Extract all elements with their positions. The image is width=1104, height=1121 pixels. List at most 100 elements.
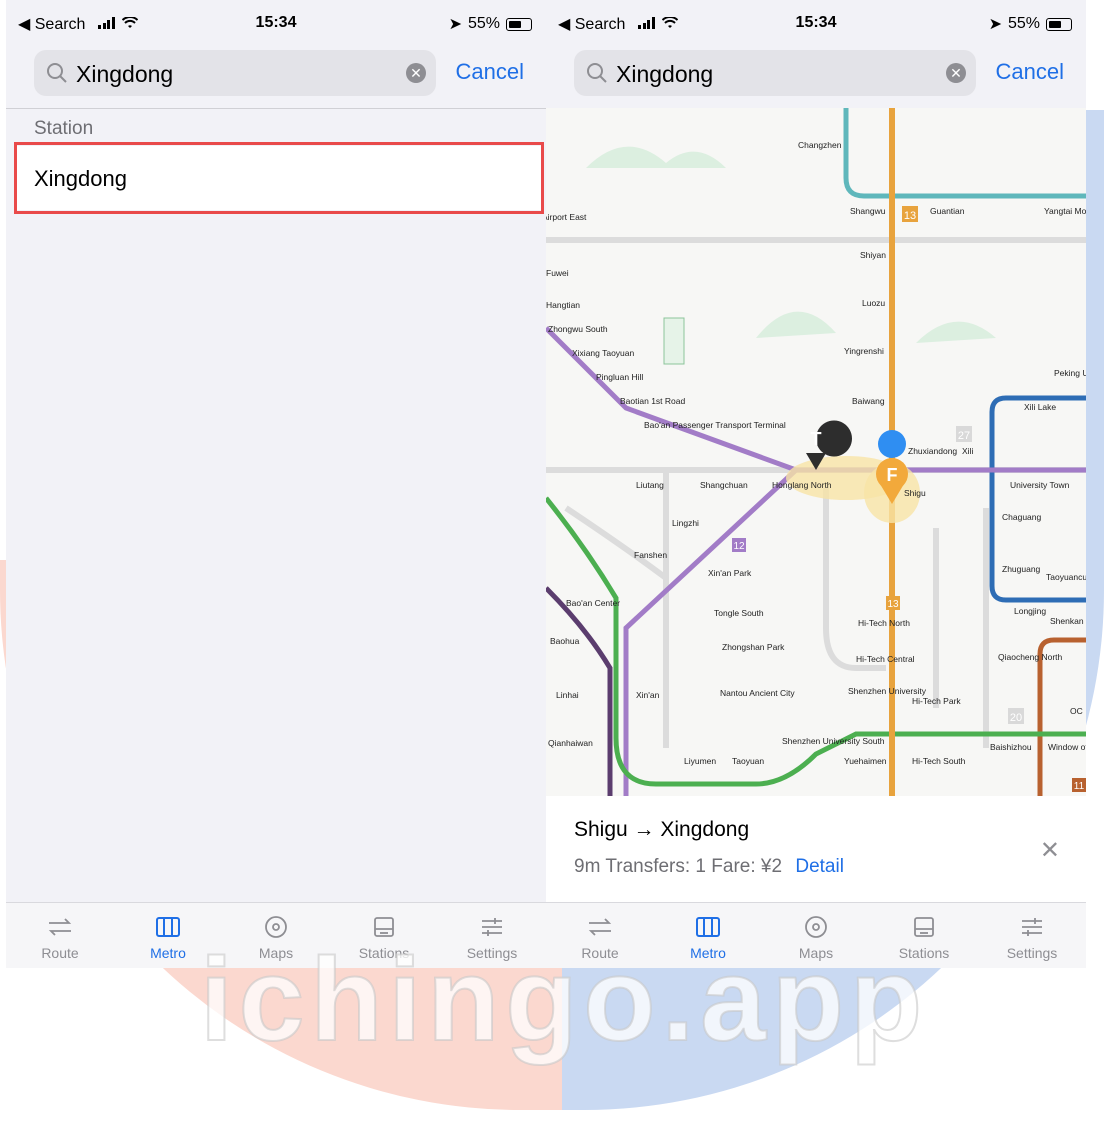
station-label[interactable]: Zhongshan Park	[722, 642, 785, 652]
station-label[interactable]: Zhuxiandong	[908, 446, 957, 456]
section-title: Station	[34, 118, 94, 139]
tab-label: Route	[41, 945, 79, 961]
station-label[interactable]: Liutang	[636, 480, 664, 490]
station-label[interactable]: Baiwang	[852, 396, 885, 406]
station-label[interactable]: Honglang North	[772, 480, 832, 490]
line-badge: 13	[904, 210, 916, 222]
metro-line-brown	[1037, 637, 1086, 796]
district-badge	[663, 317, 685, 365]
station-label[interactable]: Hi-Tech North	[858, 618, 910, 628]
current-location-icon[interactable]	[878, 430, 906, 458]
battery-percent: 55%	[1007, 15, 1040, 32]
metro-map[interactable]: T F 13 27 12 13 20 11 Changzhen Shangwu …	[546, 108, 1086, 796]
search-results-screen: ◀ Search 15:34 ➤ 55% ✕ Cancel Station Xi…	[6, 0, 546, 968]
battery-icon	[506, 17, 532, 31]
tab-route[interactable]: Route	[6, 903, 114, 968]
tab-label: Settings	[1006, 945, 1058, 961]
to-marker[interactable]: T	[811, 429, 822, 449]
station-label[interactable]: Taoyuan	[732, 756, 764, 766]
station-label[interactable]: Zhuguang	[1002, 564, 1041, 574]
station-label[interactable]: Shenkan	[1050, 616, 1084, 626]
station-label[interactable]: Linhai	[556, 690, 579, 700]
station-label[interactable]: Pingluan Hill	[596, 372, 643, 382]
route-summary-panel[interactable]: Shigu → Xingdong 9m Transfers: 1 Fare: ¥…	[546, 796, 1086, 902]
signal-icon	[92, 16, 139, 34]
station-label[interactable]: Zhongwu South	[548, 324, 608, 334]
status-bar: ◀ Search 15:34 ➤ 55%	[6, 0, 546, 48]
station-label[interactable]: Xixiang Taoyuan	[572, 348, 634, 358]
station-label[interactable]: Longjing	[1014, 606, 1046, 616]
selection-highlight	[14, 142, 544, 214]
station-label[interactable]: Taoyuancu	[1046, 572, 1086, 582]
station-label[interactable]: Qianhaiwan	[548, 738, 593, 748]
station-label[interactable]: Shenzhen University	[848, 686, 927, 696]
clear-search-icon[interactable]: ✕	[406, 63, 426, 83]
divider	[6, 108, 546, 109]
station-label[interactable]: Chaguang	[1002, 512, 1042, 522]
station-label[interactable]: Xili Lake	[1024, 402, 1056, 412]
hill-decoration	[586, 146, 726, 168]
station-label[interactable]: Lingzhi	[672, 518, 699, 528]
station-label[interactable]: Qiaocheng North	[998, 652, 1063, 662]
clear-search-icon[interactable]: ✕	[946, 63, 966, 83]
station-label[interactable]: Shiyan	[860, 250, 886, 260]
station-label[interactable]: Changzhen	[798, 140, 842, 150]
station-label[interactable]: Yingrenshi	[844, 346, 884, 356]
station-label[interactable]: OC	[1070, 706, 1083, 716]
station-label[interactable]: Fuwei	[546, 268, 569, 278]
station-label[interactable]: Shenzhen University South	[782, 736, 885, 746]
station-label[interactable]: Xili	[962, 446, 973, 456]
station-label[interactable]: Luozu	[862, 298, 885, 308]
hill-decoration	[756, 311, 836, 338]
from-marker[interactable]: F	[887, 465, 898, 485]
location-arrow-icon: ➤	[988, 16, 1002, 33]
station-label[interactable]: University Town	[1010, 480, 1070, 490]
line-badge: 13	[887, 599, 899, 610]
station-label[interactable]: Bao'an Passenger Transport Terminal	[644, 420, 786, 430]
line-badge: 20	[1010, 712, 1022, 724]
station-label[interactable]: Hi-Tech South	[912, 756, 966, 766]
station-label[interactable]: Fanshen	[634, 550, 667, 560]
close-icon[interactable]: ✕	[1040, 836, 1060, 865]
station-label[interactable]: Hi-Tech Central	[856, 654, 915, 664]
route-meta: 9m Transfers: 1 Fare: ¥2 Detail	[574, 856, 844, 878]
station-label[interactable]: Hi-Tech Park	[912, 696, 961, 706]
search-icon	[47, 63, 67, 83]
station-label[interactable]: Xin'an Park	[708, 568, 752, 578]
station-label[interactable]: Baotian 1st Road	[620, 396, 685, 406]
back-to-search-link[interactable]: ◀ Search	[558, 14, 625, 34]
station-label[interactable]: Tongle South	[714, 608, 764, 618]
station-label[interactable]: Airport East	[546, 212, 587, 222]
search-input[interactable]	[74, 57, 398, 91]
status-time: 15:34	[255, 14, 297, 31]
line-badge: 27	[958, 430, 970, 442]
station-label[interactable]: Peking U	[1054, 368, 1086, 378]
status-bar: ◀ Search 15:34 ➤ 55%	[546, 0, 1086, 48]
station-label[interactable]: Guantian	[930, 206, 965, 216]
tab-settings[interactable]: Settings	[978, 903, 1086, 968]
route-icon	[6, 913, 114, 941]
station-label[interactable]: Nantou Ancient City	[720, 688, 795, 698]
station-label[interactable]: Shangchuan	[700, 480, 748, 490]
back-to-search-link[interactable]: ◀ Search	[18, 14, 85, 34]
station-label[interactable]: Baohua	[550, 636, 580, 646]
station-label[interactable]: Liyumen	[684, 756, 716, 766]
battery-percent: 55%	[467, 15, 500, 32]
station-label[interactable]: Hangtian	[546, 300, 580, 310]
cancel-button[interactable]: Cancel	[456, 59, 524, 85]
station-label[interactable]: Yangtai Mo	[1044, 206, 1086, 216]
cancel-button[interactable]: Cancel	[996, 59, 1064, 85]
station-label[interactable]: Shigu	[904, 488, 926, 498]
search-input[interactable]	[614, 57, 938, 91]
station-label[interactable]: Yuehaimen	[844, 756, 887, 766]
station-label[interactable]: Window of the World	[1048, 742, 1086, 752]
detail-link[interactable]: Detail	[795, 856, 844, 877]
station-label[interactable]: Shangwu	[850, 206, 886, 216]
route-duration: 9m	[574, 856, 601, 877]
route-transfers: Transfers: 1	[605, 856, 707, 877]
search-bar: ✕	[34, 50, 436, 96]
station-label[interactable]: Xin'an	[636, 690, 660, 700]
station-label[interactable]: Baishizhou	[990, 742, 1032, 752]
station-label[interactable]: Bao'an Center	[566, 598, 620, 608]
location-arrow-icon: ➤	[448, 16, 462, 33]
